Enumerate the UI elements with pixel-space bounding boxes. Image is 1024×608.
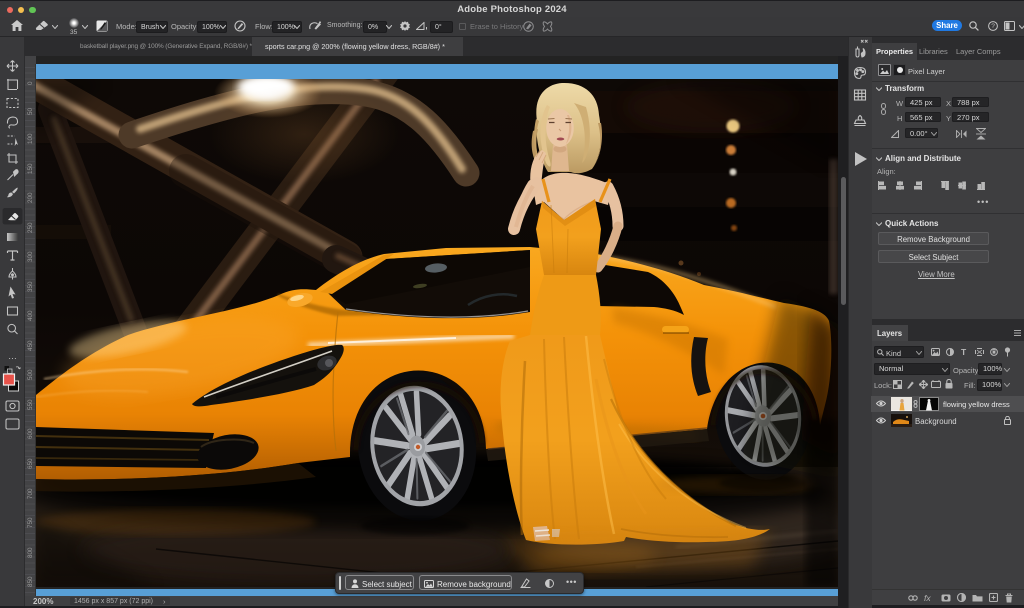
svg-text:?: ?: [991, 23, 995, 30]
svg-text:…: …: [8, 351, 17, 361]
